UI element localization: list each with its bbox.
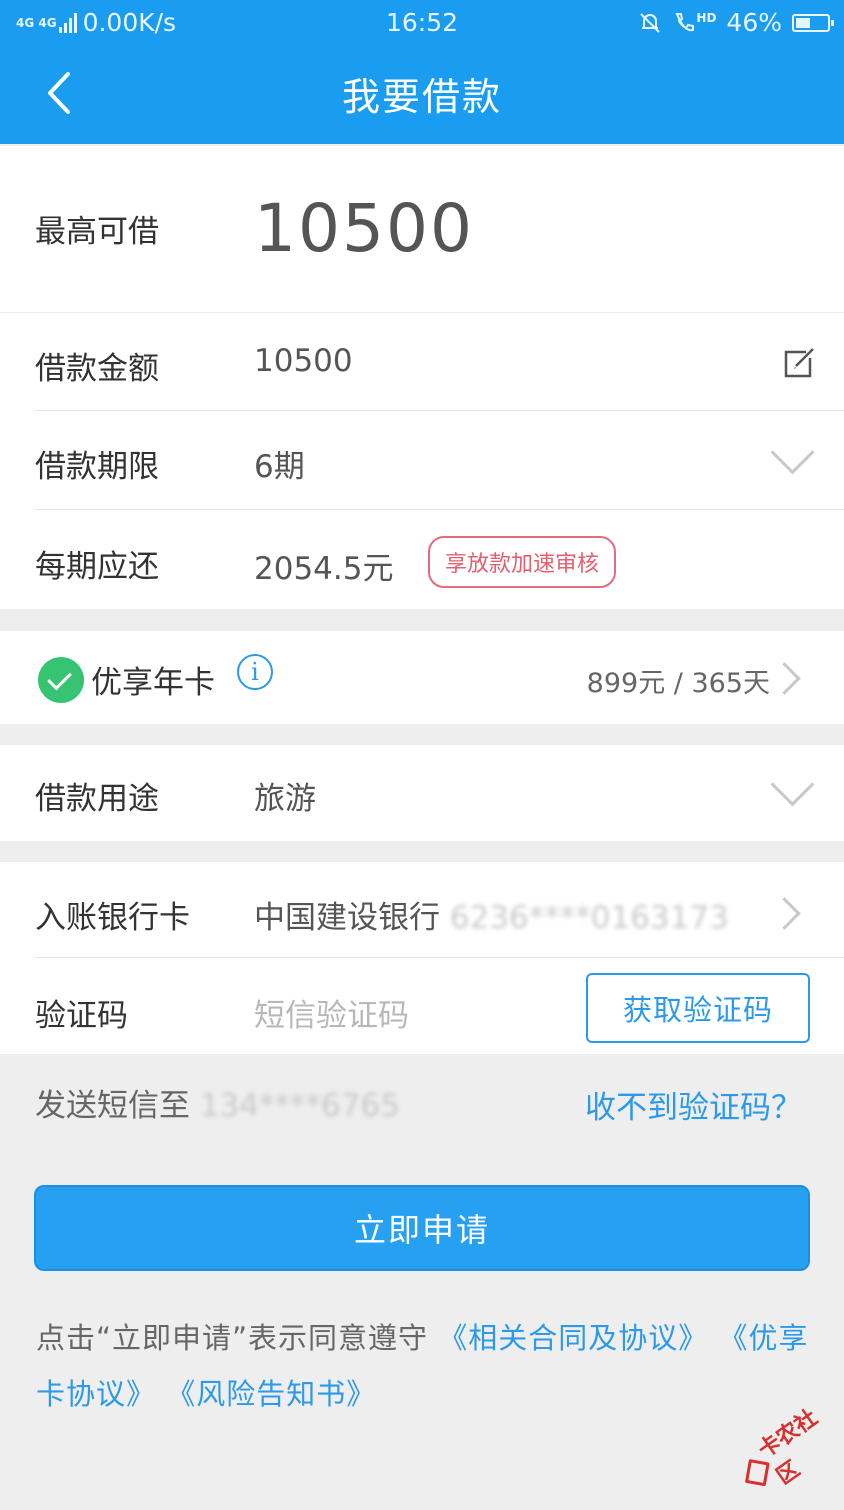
chevron-down-icon[interactable] [770, 762, 815, 807]
divider [35, 410, 844, 411]
phone-number: 134****6765 [199, 1088, 400, 1124]
battery-percent: 46% [726, 8, 782, 37]
battery-icon [792, 13, 834, 32]
loan-details-section: 借款金额 10500 借款期限 6期 每期应还 2054.5元 [0, 313, 844, 609]
verify-code-input[interactable]: 短信验证码 [254, 990, 409, 1035]
chevron-right-icon[interactable] [768, 662, 801, 695]
sms-send-text: 发送短信至 134****6765 [35, 1080, 400, 1125]
purpose-value[interactable]: 旅游 [254, 773, 316, 818]
chevron-right-icon[interactable] [768, 897, 801, 930]
divider [35, 509, 844, 510]
bell-off-icon [640, 12, 661, 33]
divider [35, 957, 844, 958]
agreement-prefix: 点击“立即申请”表示同意遵守 [36, 1321, 429, 1355]
hd-label: HD [696, 10, 717, 25]
chevron-down-icon[interactable] [770, 430, 815, 475]
vip-card-section[interactable]: 优享年卡 899元 / 365天 [0, 631, 844, 724]
vip-card-name: 优享年卡 [91, 665, 215, 701]
repay-value: 2054.5元 [254, 551, 394, 587]
page-title: 我要借款 [341, 75, 502, 119]
apply-now-button[interactable]: 立即申请 [34, 1185, 810, 1271]
purpose-section[interactable]: 借款用途 旅游 [0, 745, 844, 841]
info-icon[interactable]: i [237, 654, 273, 690]
max-borrow-value: 10500 [254, 190, 474, 267]
bank-label: 入账银行卡 [35, 900, 190, 936]
purpose-label: 借款用途 [35, 781, 159, 817]
risk-notice-link[interactable]: 《风险告知书》 [166, 1377, 376, 1411]
status-bar: 4G 4G 0.00K/s 16:52 HD 46% [0, 0, 844, 46]
loan-amount-label: 借款金额 [35, 351, 159, 387]
agreement-text: 点击“立即申请”表示同意遵守 《相关合同及协议》 《优享卡协议》 《风险告知书》 [36, 1310, 816, 1422]
loan-amount-value[interactable]: 10500 [254, 343, 353, 379]
loan-term-label: 借款期限 [35, 449, 159, 485]
watermark-logo-icon [744, 1459, 770, 1487]
sms-send-label: 发送短信至 [35, 1088, 190, 1124]
get-code-button[interactable]: 获取验证码 [586, 973, 810, 1043]
verify-label: 验证码 [35, 998, 128, 1034]
bank-name: 中国建设银行 [254, 900, 440, 936]
app-header: 4G 4G 0.00K/s 16:52 HD 46% 我要借款 [0, 0, 844, 144]
bank-card-number: 6236****0163173 [449, 900, 729, 936]
edit-icon[interactable] [782, 346, 816, 380]
fast-review-badge: 享放款加速审核 [428, 536, 616, 588]
contract-link[interactable]: 《相关合同及协议》 [438, 1321, 708, 1355]
max-borrow-label: 最高可借 [35, 214, 159, 250]
check-circle-icon[interactable] [38, 657, 84, 703]
vip-card-price: 899元 / 365天 [586, 668, 770, 699]
hd-call-icon: HD [672, 11, 716, 35]
nav-bar: 我要借款 [0, 46, 844, 144]
bank-value[interactable]: 中国建设银行 6236****0163173 [254, 892, 729, 937]
repay-label: 每期应还 [35, 549, 159, 585]
max-borrow-section: 最高可借 10500 [0, 146, 844, 312]
loan-term-value[interactable]: 6期 [254, 441, 305, 486]
no-code-help-link[interactable]: 收不到验证码？ [585, 1082, 802, 1127]
